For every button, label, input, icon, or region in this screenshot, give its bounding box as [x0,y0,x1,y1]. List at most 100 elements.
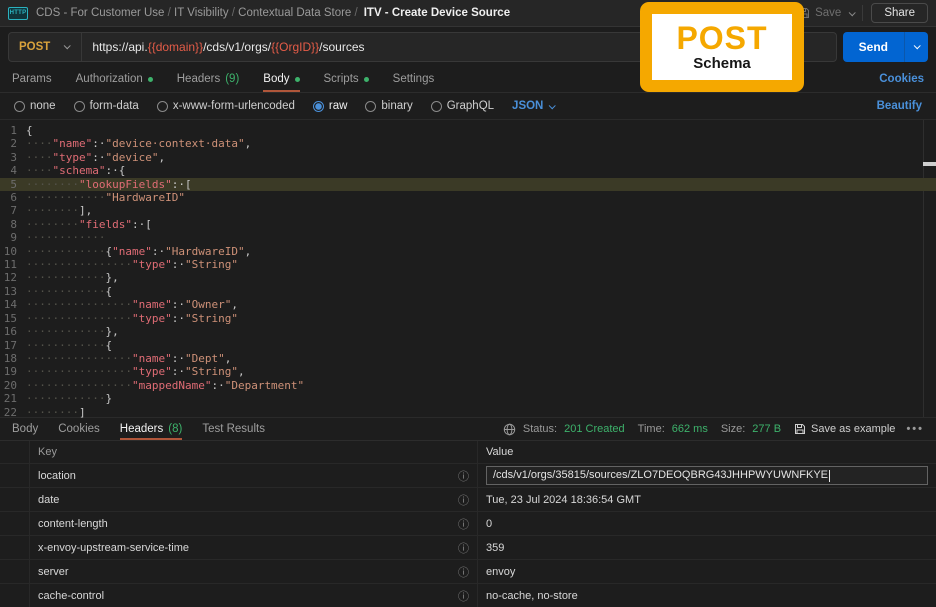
body-mode-none[interactable]: none [14,100,56,112]
url-input[interactable]: https://api.{{domain}}/cds/v1/orgs/{{Org… [82,40,364,54]
response-tab-headers[interactable]: Headers (8) [119,418,182,440]
radio-icon [430,100,442,112]
editor-scrollbar-thumb[interactable] [923,162,936,166]
info-icon[interactable]: ⓘ [458,492,469,508]
send-options-button[interactable] [904,31,928,62]
gutter-column [0,441,30,463]
body-mode-form-data[interactable]: form-data [73,100,139,112]
header-value-cell[interactable]: 359 [478,542,936,554]
value-column-header: Value [486,446,514,458]
line-content: ················"type":·"String" [26,258,238,271]
request-body-editor[interactable]: 1{2 ····"name":·"device·context·data", 3 ··… [0,119,936,419]
save-dropdown-chevron-icon[interactable] [848,8,857,16]
info-icon[interactable]: ⓘ [458,540,469,556]
code-token: :· [92,137,106,151]
key-column-header: Key [38,446,57,458]
line-content: ············"HardwareID" [26,191,185,204]
table-row: cache-control ⓘ no-cache, no-store [0,584,936,607]
save-button[interactable]: Save [798,7,841,19]
tab-authorization[interactable]: Authorization [76,66,153,92]
breadcrumb-item[interactable]: CDS - For Customer Use [36,7,164,19]
status-value[interactable]: 201 Created [564,423,625,435]
request-tabs: Params Authorization Headers (9) Body Scripts… [12,66,434,92]
code-line: 6 ············"HardwareID" [0,191,936,204]
header-value-cell[interactable]: envoy [478,566,936,578]
header-value-cell[interactable]: Tue, 23 Jul 2024 18:36:54 GMT [478,494,936,506]
green-dot-icon [147,76,153,82]
line-content: ········] [26,406,86,419]
row-gutter [0,464,30,487]
body-mode-raw[interactable]: raw [312,100,347,112]
line-content: ············{"name":·"HardwareID", [26,245,251,258]
header-value-cell[interactable]: /cds/v1/orgs/35815/sources/ZLO7DEOQBRG43… [478,466,936,485]
time-value[interactable]: 662 ms [672,423,708,435]
code-token: , [244,244,252,258]
body-mode-binary[interactable]: binary [365,100,413,112]
tab-scripts[interactable]: Scripts [324,66,369,92]
breadcrumb-item[interactable]: IT Visibility [174,7,229,19]
network-icon[interactable] [503,423,516,436]
tab-headers[interactable]: Headers (9) [177,66,240,92]
chevron-down-icon [913,42,921,50]
code-token: "device" [105,150,159,164]
method-label: POST [19,40,51,53]
response-tab-body[interactable]: Body [12,418,38,440]
code-line: 13 ············{ [0,285,936,298]
env-variable: {{OrgID}} [271,39,320,54]
code-lines: 1{2 ····"name":·"device·context·data", 3 ··… [0,124,936,419]
body-mode-x-www-form-urlencoded[interactable]: x-www-form-urlencoded [156,100,295,112]
breadcrumb-current: ITV - Create Device Source [363,7,511,19]
whitespace-dots: ········ [26,204,79,218]
info-icon[interactable]: ⓘ [458,564,469,580]
code-token: "HardwareID" [165,244,245,258]
tab-settings[interactable]: Settings [393,66,435,92]
code-line: 18 ················"name":·"Dept", [0,352,936,365]
line-number: 15 [3,311,17,325]
code-token: "name" [112,244,152,258]
header-key-label: x-envoy-upstream-service-time [38,541,189,554]
line-number: 18 [3,351,17,365]
line-content: ················"mappedName":·"Departmen… [26,379,304,392]
more-actions-button[interactable]: ••• [906,423,924,435]
code-token: :· [211,378,225,392]
response-tab-cookies[interactable]: Cookies [58,418,100,440]
whitespace-dots: ············ [26,191,106,205]
cookies-link[interactable]: Cookies [879,73,924,85]
line-number: 5 [10,177,17,191]
body-mode-GraphQL[interactable]: GraphQL [430,100,494,112]
info-icon[interactable]: ⓘ [458,516,469,532]
post-schema-callout: POST Schema [640,2,804,92]
line-content: ····"type":·"device", [26,151,165,164]
response-tab-test-results[interactable]: Test Results [202,418,265,440]
tab-body[interactable]: Body [263,66,300,92]
method-selector[interactable]: POST [9,41,81,53]
code-token: , [158,150,166,164]
header-value-input[interactable]: /cds/v1/orgs/35815/sources/ZLO7DEOQBRG43… [486,466,928,485]
code-token: :· [171,351,185,365]
tab-params[interactable]: Params [12,66,52,92]
save-as-example-button[interactable]: Save as example [794,423,895,435]
language-selector[interactable]: JSON [512,100,557,112]
header-value-cell[interactable]: 0 [478,518,936,530]
save-as-example-label: Save as example [811,423,896,435]
header-value-cell[interactable]: no-cache, no-store [478,590,936,602]
row-gutter [0,512,30,535]
size-value[interactable]: 277 B [752,423,781,435]
share-button[interactable]: Share [871,3,928,23]
http-request-icon: HTTP [8,6,28,20]
info-icon[interactable]: ⓘ [458,468,469,484]
beautify-link[interactable]: Beautify [877,100,922,112]
response-meta: Status: 201 Created Time: 662 ms Size: 2… [503,423,924,436]
info-icon[interactable]: ⓘ [458,588,469,604]
url-segment: https://api. [92,39,148,54]
line-number: 11 [3,258,17,272]
header-key-label: content-length [38,517,108,530]
header-key-label: location [38,469,76,482]
send-button[interactable]: Send [842,31,904,62]
code-token: :·[ [131,217,152,231]
code-line: 17 ············{ [0,339,936,352]
radio-icon [73,100,85,112]
header-key-cell: content-length ⓘ [30,512,478,535]
table-row: location ⓘ /cds/v1/orgs/35815/sources/ZLO7… [0,464,936,488]
breadcrumb-item[interactable]: Contextual Data Store [238,7,351,19]
